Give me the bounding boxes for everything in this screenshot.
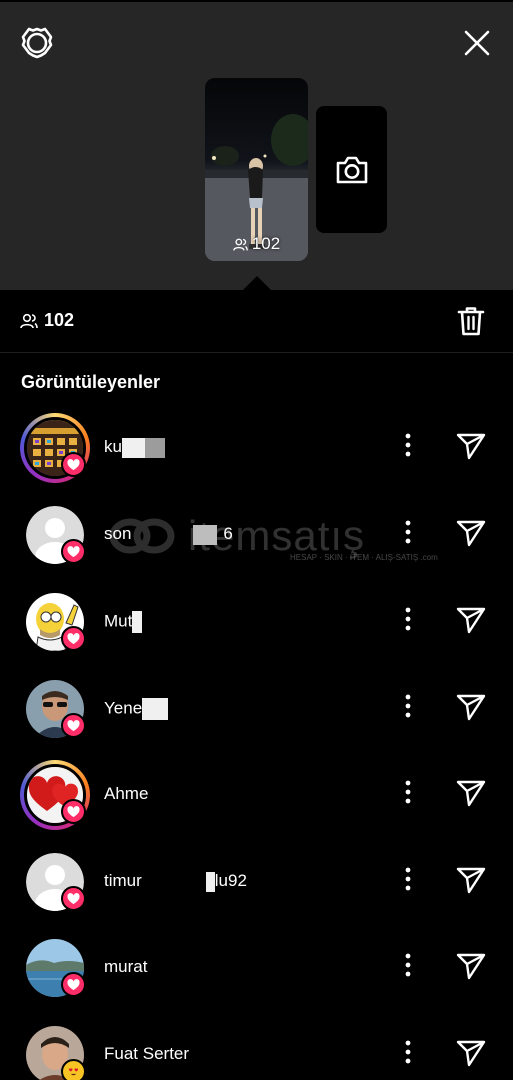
delete-icon[interactable]	[456, 305, 486, 337]
viewer-username[interactable]: Fuat Serter	[104, 1044, 189, 1064]
heart-icon	[67, 805, 80, 817]
section-title: Görüntüleyenler	[21, 372, 161, 392]
heart-icon	[67, 719, 80, 731]
heart-icon	[67, 978, 80, 990]
more-options-icon[interactable]	[400, 432, 416, 458]
more-options-icon[interactable]	[400, 866, 416, 892]
redaction	[132, 611, 143, 633]
send-icon[interactable]	[456, 693, 486, 721]
viewer-username[interactable]: Mut	[104, 611, 143, 633]
viewer-name: Fuat Serter	[104, 1044, 190, 1063]
viewer-row[interactable]: timur lu92	[0, 838, 513, 924]
viewer-username[interactable]: murat	[104, 957, 147, 977]
viewer-name: ku	[104, 437, 122, 456]
redaction	[142, 872, 206, 892]
viewer-count-value: 102	[44, 310, 75, 330]
viewer-row[interactable]: Ahme	[0, 751, 513, 837]
viewer-row[interactable]: Yene	[0, 665, 513, 751]
viewer-row[interactable]: murat	[0, 924, 513, 1010]
viewer-row[interactable]: son 6	[0, 491, 513, 577]
viewer-name-suffix: lu92	[214, 871, 247, 890]
viewer-username[interactable]: timur lu92	[104, 871, 247, 892]
viewer-username[interactable]: Yene	[104, 698, 169, 720]
viewer-username[interactable]: ku	[104, 437, 165, 458]
more-options-icon[interactable]	[400, 606, 416, 632]
viewer-name: murat	[104, 957, 148, 976]
more-options-icon[interactable]	[400, 779, 416, 805]
send-icon[interactable]	[456, 952, 486, 980]
stats-bar: 102	[0, 290, 513, 353]
liked-badge	[61, 799, 86, 824]
liked-badge	[61, 539, 86, 564]
send-icon[interactable]	[456, 432, 486, 460]
redaction	[205, 871, 215, 892]
liked-badge	[61, 886, 86, 911]
viewers-icon	[232, 238, 248, 251]
viewer-row[interactable]: Fuat Serter	[0, 1011, 513, 1080]
heart-icon	[67, 892, 80, 904]
heart-icon	[67, 458, 80, 470]
add-story-card[interactable]	[316, 106, 387, 233]
redaction	[131, 525, 193, 545]
settings-icon[interactable]	[20, 26, 54, 60]
viewers-icon	[20, 313, 38, 328]
story-view-count: 102	[205, 234, 308, 254]
send-icon[interactable]	[456, 606, 486, 634]
send-icon[interactable]	[456, 866, 486, 894]
heart-icon	[67, 545, 80, 557]
story-view-count-value: 102	[251, 234, 281, 253]
redaction	[193, 524, 218, 545]
story-thumbnail[interactable]: 102	[205, 78, 308, 261]
reaction-badge	[61, 1059, 86, 1080]
viewer-count: 102	[20, 310, 74, 331]
send-icon[interactable]	[456, 779, 486, 807]
more-options-icon[interactable]	[400, 519, 416, 545]
send-icon[interactable]	[456, 1039, 486, 1067]
close-icon[interactable]	[462, 28, 492, 58]
viewer-name: Mut	[104, 611, 133, 631]
viewer-name: Ahme	[104, 784, 149, 803]
more-options-icon[interactable]	[400, 1039, 416, 1065]
more-options-icon[interactable]	[400, 693, 416, 719]
viewer-username[interactable]: son 6	[104, 524, 233, 545]
viewer-name: son	[104, 524, 132, 543]
camera-icon	[336, 156, 367, 183]
viewer-name-suffix: 6	[223, 524, 233, 543]
viewer-row[interactable]: ku	[0, 404, 513, 490]
heart-icon	[67, 632, 80, 644]
liked-badge	[61, 452, 86, 477]
viewer-row[interactable]: Mut	[0, 578, 513, 664]
more-options-icon[interactable]	[400, 952, 416, 978]
liked-badge	[61, 626, 86, 651]
heart-eyes-emoji-icon	[68, 1067, 79, 1075]
redaction	[121, 437, 145, 458]
viewer-name: Yene	[104, 698, 143, 718]
viewer-name: timur	[104, 871, 142, 890]
send-icon[interactable]	[456, 519, 486, 547]
redaction	[142, 698, 169, 720]
liked-badge	[61, 713, 86, 738]
story-preview-area: 102	[0, 0, 513, 292]
liked-badge	[61, 972, 86, 997]
redaction	[144, 437, 165, 458]
viewer-username[interactable]: Ahme	[104, 784, 148, 804]
